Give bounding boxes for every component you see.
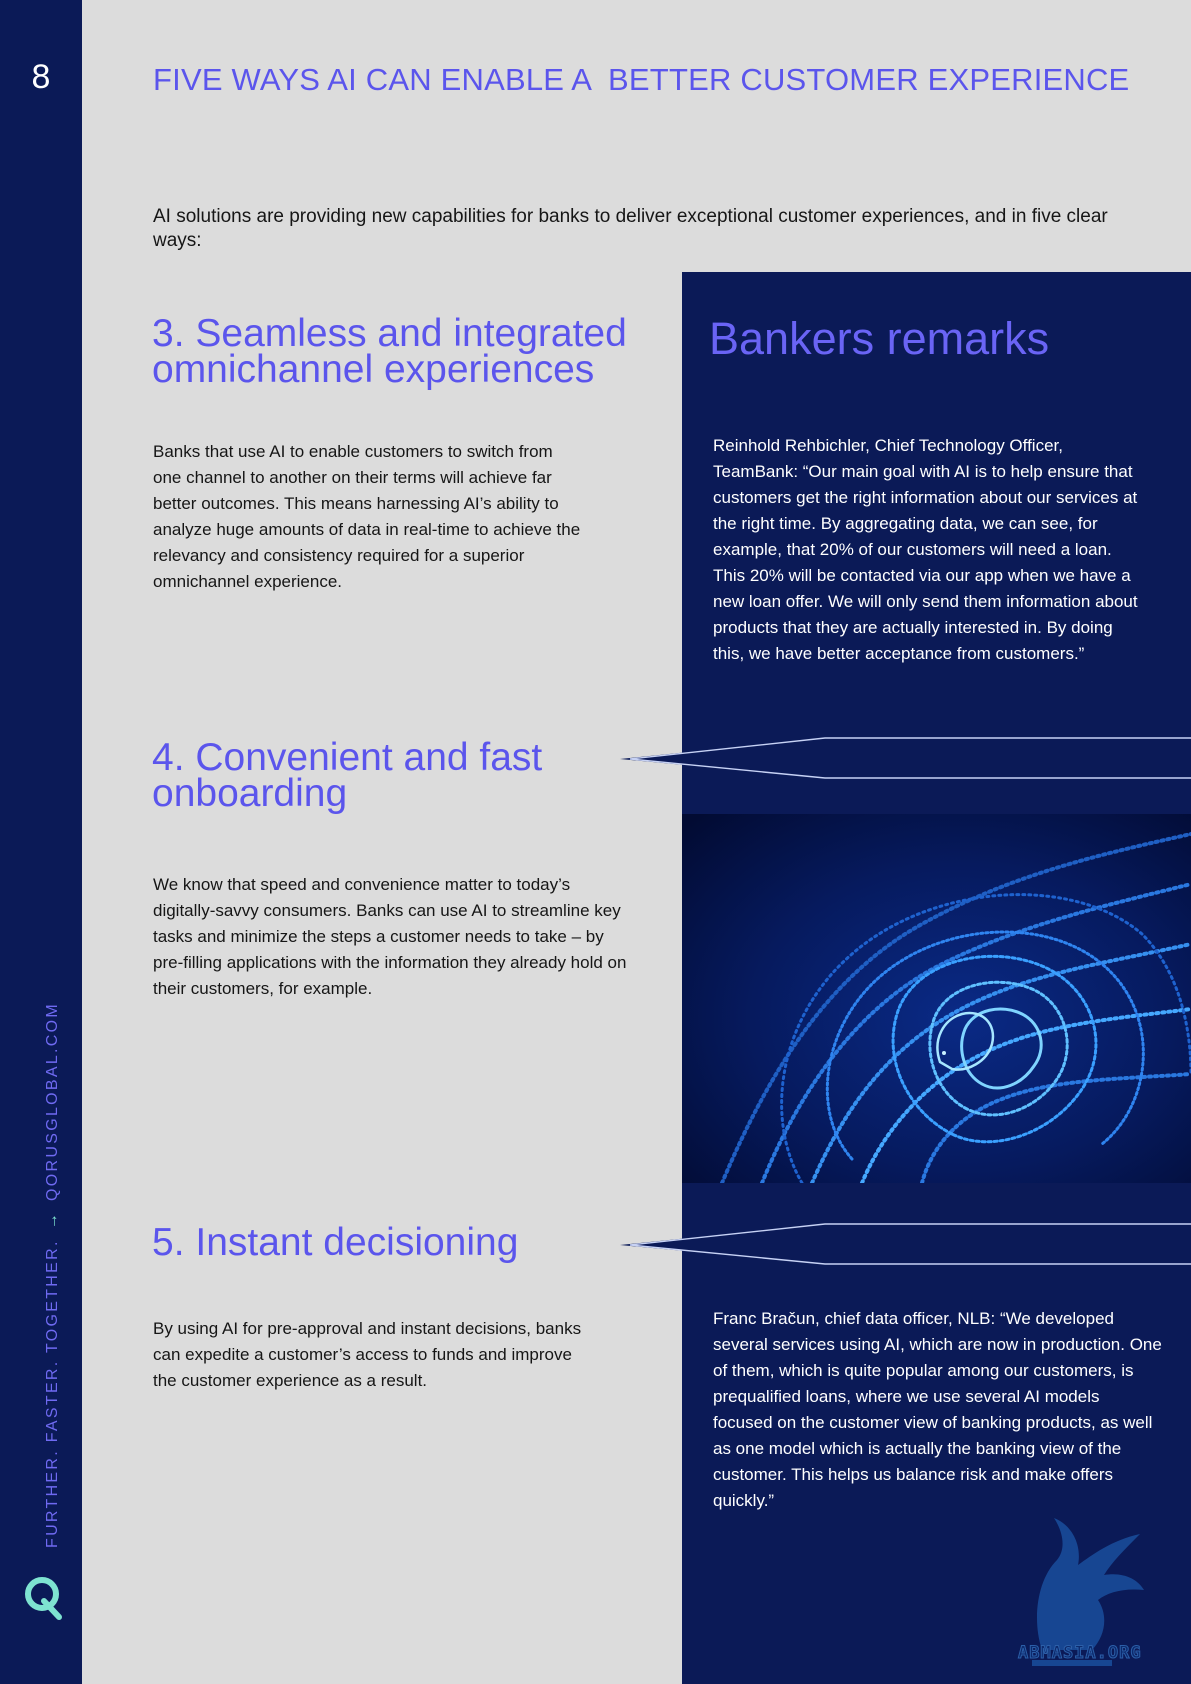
- section-5-body: By using AI for pre-approval and instant…: [153, 1319, 582, 1390]
- page-number: 8: [31, 58, 51, 96]
- rail-tagline-block: FURTHER. FASTER. TOGETHER. → QORUSGLOBAL.C…: [44, 1002, 62, 1548]
- banker-quote-2: Franc Bračun, chief data officer, NLB: “…: [713, 1309, 1162, 1510]
- section-3-title: 3. Seamless and integrated omnichannel e…: [152, 312, 627, 391]
- section-4-title: 4. Convenient and fast onboarding: [152, 736, 543, 815]
- website-link[interactable]: QORUSGLOBAL.COM: [44, 1002, 61, 1201]
- q-logo-icon: [25, 1577, 62, 1620]
- banker-quote-1: Reinhold Rehbichler, Chief Technology Of…: [713, 436, 1138, 663]
- bankers-remarks-title: Bankers remarks: [709, 313, 1050, 364]
- rail-tagline: FURTHER. FASTER. TOGETHER.: [44, 1239, 61, 1548]
- ai-data-wave-image: [682, 814, 1191, 1183]
- pointer-arrow-1: [620, 737, 1191, 779]
- page-title: FIVE WAYS AI CAN ENABLE A BETTER CUSTOME…: [153, 62, 1130, 97]
- intro-paragraph: AI solutions are providing new capabilit…: [153, 206, 1108, 251]
- section-4-body: We know that speed and convenience matte…: [153, 875, 627, 998]
- watermark-text: ABMASIA.ORG: [1018, 1643, 1142, 1664]
- left-rail: [0, 0, 82, 1684]
- arrow-right-icon: →: [44, 1210, 61, 1230]
- pointer-arrow-2: [620, 1223, 1191, 1265]
- section-3-body: Banks that use AI to enable customers to…: [153, 442, 581, 591]
- section-5-title: 5. Instant decisioning: [152, 1221, 519, 1264]
